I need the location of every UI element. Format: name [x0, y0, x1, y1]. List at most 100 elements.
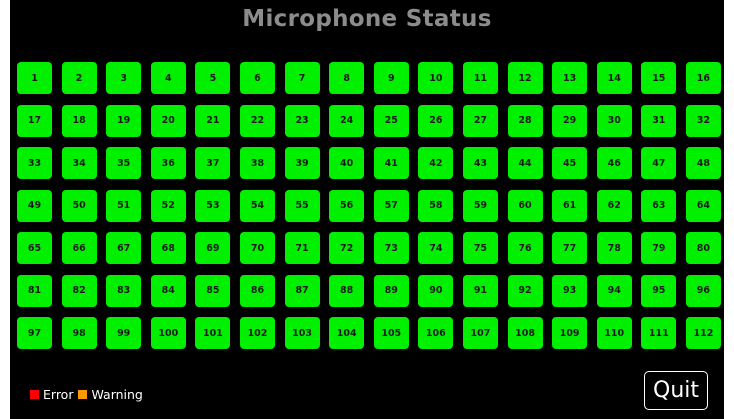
microphone-tile[interactable]: 74 [418, 232, 454, 264]
microphone-tile[interactable]: 108 [507, 317, 543, 349]
microphone-tile[interactable]: 31 [641, 104, 677, 137]
microphone-tile[interactable]: 94 [596, 274, 632, 307]
microphone-tile[interactable]: 100 [150, 317, 186, 349]
microphone-tile[interactable]: 85 [195, 274, 231, 307]
microphone-tile[interactable]: 23 [284, 104, 320, 137]
microphone-tile[interactable]: 72 [329, 232, 365, 264]
microphone-tile[interactable]: 54 [239, 189, 275, 222]
microphone-tile[interactable]: 107 [462, 317, 498, 349]
microphone-tile[interactable]: 82 [61, 274, 97, 307]
microphone-tile[interactable]: 20 [150, 104, 186, 137]
microphone-tile[interactable]: 67 [106, 232, 142, 264]
microphone-tile[interactable]: 41 [373, 147, 409, 179]
microphone-tile[interactable]: 80 [685, 232, 721, 264]
microphone-tile[interactable]: 37 [195, 147, 231, 179]
microphone-tile[interactable]: 10 [418, 62, 454, 94]
microphone-tile[interactable]: 83 [106, 274, 142, 307]
microphone-tile[interactable]: 58 [418, 189, 454, 222]
microphone-tile[interactable]: 71 [284, 232, 320, 264]
microphone-tile[interactable]: 64 [685, 189, 721, 222]
microphone-tile[interactable]: 73 [373, 232, 409, 264]
microphone-tile[interactable]: 98 [61, 317, 97, 349]
microphone-tile[interactable]: 28 [507, 104, 543, 137]
microphone-tile[interactable]: 32 [685, 104, 721, 137]
microphone-tile[interactable]: 84 [150, 274, 186, 307]
microphone-tile[interactable]: 5 [195, 62, 231, 94]
microphone-tile[interactable]: 1 [17, 62, 52, 94]
microphone-tile[interactable]: 19 [106, 104, 142, 137]
microphone-tile[interactable]: 60 [507, 189, 543, 222]
microphone-tile[interactable]: 53 [195, 189, 231, 222]
microphone-tile[interactable]: 8 [329, 62, 365, 94]
microphone-tile[interactable]: 34 [61, 147, 97, 179]
microphone-tile[interactable]: 55 [284, 189, 320, 222]
microphone-tile[interactable]: 68 [150, 232, 186, 264]
microphone-tile[interactable]: 102 [239, 317, 275, 349]
microphone-tile[interactable]: 16 [685, 62, 721, 94]
microphone-tile[interactable]: 90 [418, 274, 454, 307]
microphone-tile[interactable]: 66 [61, 232, 97, 264]
microphone-tile[interactable]: 87 [284, 274, 320, 307]
microphone-tile[interactable]: 12 [507, 62, 543, 94]
microphone-tile[interactable]: 4 [150, 62, 186, 94]
microphone-tile[interactable]: 14 [596, 62, 632, 94]
microphone-tile[interactable]: 40 [329, 147, 365, 179]
microphone-tile[interactable]: 21 [195, 104, 231, 137]
quit-button[interactable]: Quit [644, 371, 708, 410]
microphone-tile[interactable]: 18 [61, 104, 97, 137]
microphone-tile[interactable]: 61 [552, 189, 588, 222]
microphone-tile[interactable]: 45 [552, 147, 588, 179]
microphone-tile[interactable]: 86 [239, 274, 275, 307]
microphone-tile[interactable]: 77 [552, 232, 588, 264]
microphone-tile[interactable]: 25 [373, 104, 409, 137]
microphone-tile[interactable]: 62 [596, 189, 632, 222]
microphone-tile[interactable]: 56 [329, 189, 365, 222]
microphone-tile[interactable]: 110 [596, 317, 632, 349]
microphone-tile[interactable]: 51 [106, 189, 142, 222]
microphone-tile[interactable]: 91 [462, 274, 498, 307]
microphone-tile[interactable]: 112 [685, 317, 721, 349]
microphone-tile[interactable]: 101 [195, 317, 231, 349]
microphone-tile[interactable]: 105 [373, 317, 409, 349]
microphone-tile[interactable]: 50 [61, 189, 97, 222]
microphone-tile[interactable]: 2 [61, 62, 97, 94]
microphone-tile[interactable]: 97 [17, 317, 52, 349]
microphone-tile[interactable]: 79 [641, 232, 677, 264]
microphone-tile[interactable]: 24 [329, 104, 365, 137]
microphone-tile[interactable]: 30 [596, 104, 632, 137]
microphone-tile[interactable]: 93 [552, 274, 588, 307]
microphone-tile[interactable]: 11 [462, 62, 498, 94]
microphone-tile[interactable]: 57 [373, 189, 409, 222]
microphone-tile[interactable]: 99 [106, 317, 142, 349]
microphone-tile[interactable]: 69 [195, 232, 231, 264]
microphone-tile[interactable]: 7 [284, 62, 320, 94]
microphone-tile[interactable]: 89 [373, 274, 409, 307]
microphone-tile[interactable]: 76 [507, 232, 543, 264]
microphone-tile[interactable]: 65 [17, 232, 52, 264]
microphone-tile[interactable]: 75 [462, 232, 498, 264]
microphone-tile[interactable]: 17 [17, 104, 52, 137]
microphone-tile[interactable]: 36 [150, 147, 186, 179]
microphone-tile[interactable]: 63 [641, 189, 677, 222]
microphone-tile[interactable]: 49 [17, 189, 52, 222]
microphone-tile[interactable]: 88 [329, 274, 365, 307]
microphone-tile[interactable]: 78 [596, 232, 632, 264]
microphone-tile[interactable]: 43 [462, 147, 498, 179]
microphone-tile[interactable]: 44 [507, 147, 543, 179]
microphone-tile[interactable]: 47 [641, 147, 677, 179]
microphone-tile[interactable]: 52 [150, 189, 186, 222]
microphone-tile[interactable]: 33 [17, 147, 52, 179]
microphone-tile[interactable]: 39 [284, 147, 320, 179]
microphone-tile[interactable]: 48 [685, 147, 721, 179]
microphone-tile[interactable]: 9 [373, 62, 409, 94]
microphone-tile[interactable]: 104 [329, 317, 365, 349]
microphone-tile[interactable]: 81 [17, 274, 52, 307]
microphone-tile[interactable]: 6 [239, 62, 275, 94]
microphone-tile[interactable]: 3 [106, 62, 142, 94]
microphone-tile[interactable]: 103 [284, 317, 320, 349]
microphone-tile[interactable]: 38 [239, 147, 275, 179]
microphone-tile[interactable]: 111 [641, 317, 677, 349]
microphone-tile[interactable]: 15 [641, 62, 677, 94]
microphone-tile[interactable]: 46 [596, 147, 632, 179]
microphone-tile[interactable]: 70 [239, 232, 275, 264]
